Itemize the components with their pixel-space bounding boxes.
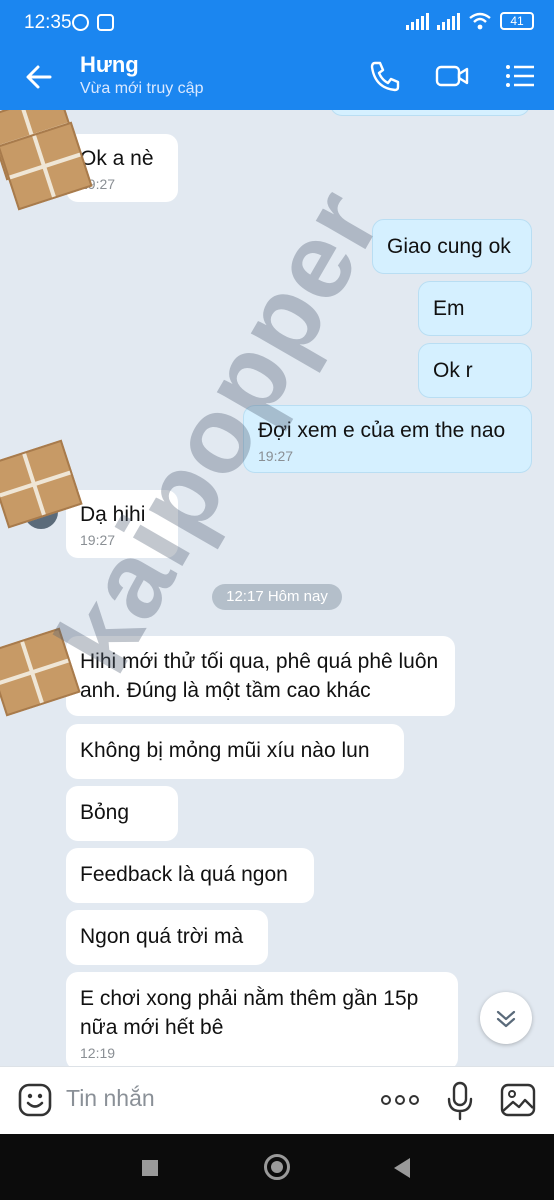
message-outgoing[interactable]: Em [418,281,532,336]
message-text: Em [433,297,465,320]
arrow-left-icon[interactable] [20,58,58,96]
more-dots-icon[interactable] [380,1089,420,1111]
contact-status: Vừa mới truy cập [80,80,204,97]
message-text: Không bị mỏng mũi xíu nào lun [80,739,370,762]
message-time: 12:19 [80,1045,116,1061]
message-incoming[interactable]: Feedback là quá ngon [66,848,314,903]
message-time: 19:27 [258,448,294,464]
microphone-icon[interactable] [446,1081,474,1121]
message-incoming[interactable]: Dạ hihi 19:27 [66,490,178,558]
alarm-icon [72,14,89,31]
contact-name[interactable]: Hưng [80,52,139,78]
message-incoming[interactable]: E chơi xong phải nằm thêm gần 15p nữa mớ… [66,972,458,1066]
chat-header: Hưng Vừa mới truy cập [0,44,554,110]
chevron-double-down-icon [496,1010,516,1028]
instagram-icon [97,14,114,31]
message-time: 19:27 [80,532,116,548]
message-text: Dạ hihi [80,503,146,526]
back-triangle-icon[interactable] [394,1158,410,1178]
message-text: Feedback là quá ngon [80,863,288,886]
message-text: Ok r [433,359,473,382]
status-time: 12:35 [24,12,72,33]
list-menu-icon[interactable] [502,58,538,94]
message-incoming[interactable]: Ngon quá trời mà [66,910,268,965]
message-text: E chơi xong phải nằm thêm gần 15p nữa mớ… [80,987,419,1039]
home-icon[interactable] [264,1154,290,1180]
message-composer: Tin nhắn [0,1066,554,1134]
battery-icon: 41 [500,12,534,30]
image-icon[interactable] [500,1083,536,1117]
message-outgoing[interactable]: Giao cung ok [372,219,532,274]
message-text: Ngon quá trời mà [80,925,244,948]
signal-icon [406,12,429,30]
partial-outgoing-bubble [330,110,530,116]
message-time: 19:27 [80,176,116,192]
message-outgoing[interactable]: Ok r [418,343,532,398]
message-text: Bỏng [80,801,130,824]
system-nav-bar [0,1134,554,1200]
wifi-icon [469,12,491,30]
message-text: Giao cung ok [387,235,511,258]
message-incoming[interactable]: Hihi mới thử tối qua, phê quá phê luôn a… [66,636,455,716]
phone-icon[interactable] [367,58,403,94]
status-bar: 12:35 41 [0,0,554,44]
message-incoming[interactable]: Bỏng [66,786,178,841]
video-camera-icon[interactable] [434,58,470,94]
recents-icon[interactable] [142,1160,158,1176]
emoji-icon[interactable] [18,1083,52,1117]
message-text: Đợi xem e của em the nao [258,419,506,442]
message-outgoing[interactable]: Đợi xem e của em the nao 19:27 [243,405,532,473]
message-text: Hihi mới thử tối qua, phê quá phê luôn a… [80,650,439,702]
scroll-down-button[interactable] [480,992,532,1044]
message-text: Ok a nè [80,147,154,170]
message-input[interactable]: Tin nhắn [66,1085,155,1112]
message-incoming[interactable]: Không bị mỏng mũi xíu nào lun [66,724,404,779]
chat-area[interactable]: Ok a nè 19:27 Giao cung ok Em Ok r Đợi x… [0,110,554,1066]
date-separator: 12:17 Hôm nay [212,584,342,610]
signal-icon-2 [437,12,460,30]
